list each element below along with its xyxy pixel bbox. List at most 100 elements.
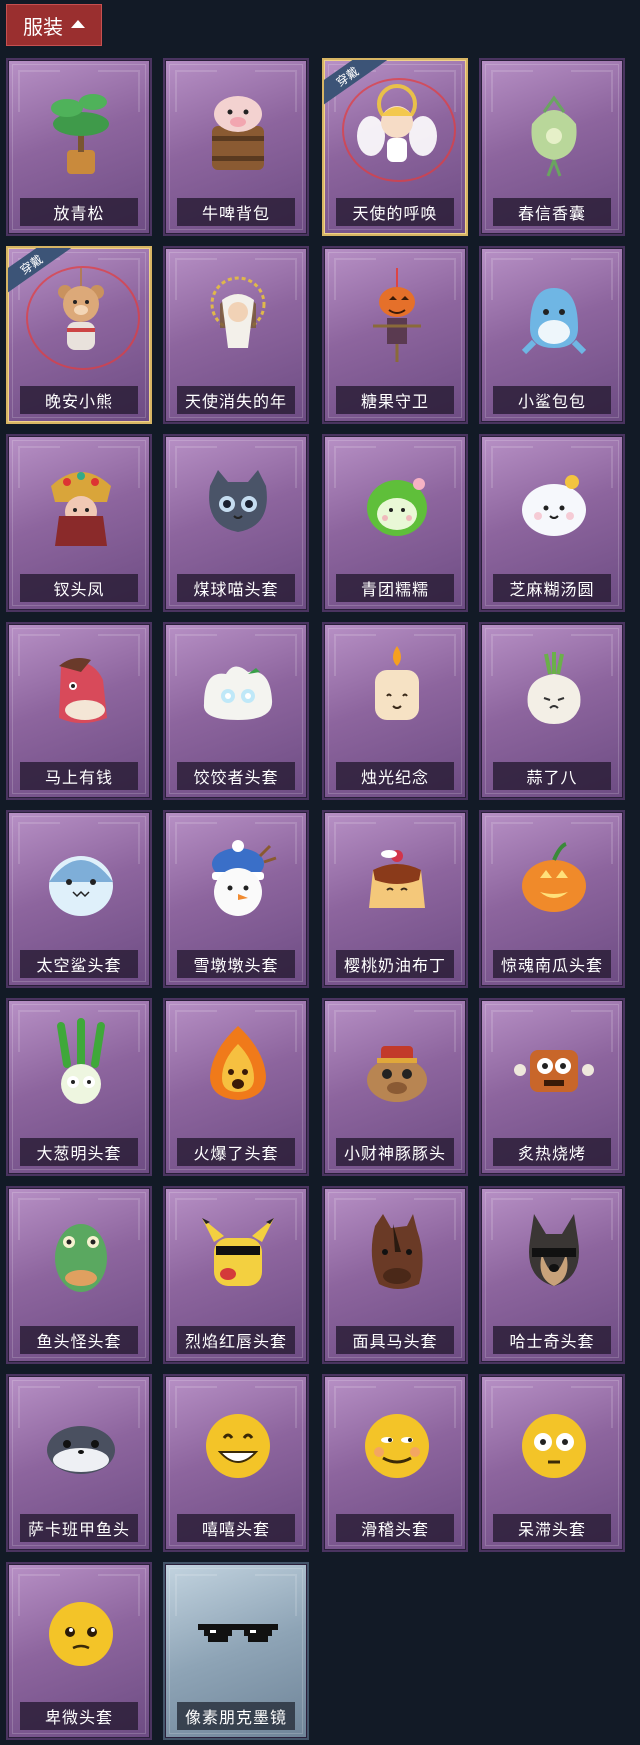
item-card[interactable]: 炙热烧烤 [479, 998, 625, 1176]
capybara-head-icon [324, 1014, 466, 1126]
item-card[interactable]: 饺饺者头套 [163, 622, 309, 800]
bbq-head-icon [481, 1014, 623, 1126]
item-card[interactable]: 蒜了八 [479, 622, 625, 800]
rice-ball-head-icon [481, 450, 623, 562]
item-card[interactable]: 煤球喵头套 [163, 434, 309, 612]
item-card[interactable]: 太空鲨头套 [6, 810, 152, 988]
item-name: 萨卡班甲鱼头 [20, 1514, 138, 1542]
shark-bag-icon [481, 262, 623, 374]
husky-head-icon [481, 1202, 623, 1314]
item-name: 糖果守卫 [336, 386, 454, 414]
item-name: 呆滞头套 [493, 1514, 611, 1542]
space-shark-head-icon [8, 826, 150, 938]
sachet-icon [481, 74, 623, 186]
sacabambaspis-head-icon [8, 1390, 150, 1502]
item-card[interactable]: 像素朋克墨镜 [163, 1562, 309, 1740]
pudding-head-icon [324, 826, 466, 938]
item-card[interactable]: 大葱明头套 [6, 998, 152, 1176]
item-name: 哈士奇头套 [493, 1326, 611, 1354]
item-name: 大葱明头套 [20, 1138, 138, 1166]
item-card[interactable]: 火爆了头套 [163, 998, 309, 1176]
grin-emoji-head-icon [165, 1390, 307, 1502]
pixel-sunglasses-icon [165, 1578, 307, 1690]
item-name: 烈焰红唇头套 [177, 1326, 295, 1354]
item-card[interactable]: 嘻嘻头套 [163, 1374, 309, 1552]
item-name: 面具马头套 [336, 1326, 454, 1354]
yellow-mouse-head-icon [165, 1202, 307, 1314]
garlic-head-icon [481, 638, 623, 750]
item-name: 马上有钱 [20, 762, 138, 790]
item-card[interactable]: 哈士奇头套 [479, 1186, 625, 1364]
item-card[interactable]: 糖果守卫 [322, 246, 468, 424]
potted-pine-icon [8, 74, 150, 186]
item-card[interactable]: 卑微头套 [6, 1562, 152, 1740]
item-card[interactable]: 烈焰红唇头套 [163, 1186, 309, 1364]
item-name: 嘻嘻头套 [177, 1514, 295, 1542]
item-card[interactable]: 天使消失的年 [163, 246, 309, 424]
item-name: 惊魂南瓜头套 [493, 950, 611, 978]
green-dumpling-head-icon [324, 450, 466, 562]
cat-head-icon [165, 450, 307, 562]
item-card[interactable]: 小鲨包包 [479, 246, 625, 424]
pleading-emoji-head-icon [8, 1578, 150, 1690]
item-card[interactable]: 春信香囊 [479, 58, 625, 236]
item-card[interactable]: 樱桃奶油布丁 [322, 810, 468, 988]
item-name: 太空鲨头套 [20, 950, 138, 978]
item-name: 卑微头套 [20, 1702, 138, 1730]
item-name: 小财神豚豚头 [336, 1138, 454, 1166]
item-name: 小鲨包包 [493, 386, 611, 414]
phoenix-crown-icon [8, 450, 150, 562]
teddy-bear-charm-icon [8, 262, 150, 374]
item-name: 蒜了八 [493, 762, 611, 790]
item-grid: 放青松 牛啤背包 穿戴 天使的呼唤 春信香囊穿戴 晚安小熊 天使消失的年 糖果守卫 小鲨包包钗头… [0, 0, 640, 1745]
item-name: 煤球喵头套 [177, 574, 295, 602]
item-card[interactable]: 穿戴 天使的呼唤 [322, 58, 468, 236]
item-card[interactable]: 穿戴 晚安小熊 [6, 246, 152, 424]
item-name: 饺饺者头套 [177, 762, 295, 790]
item-name: 雪墩墩头套 [177, 950, 295, 978]
item-card[interactable]: 芝麻糊汤圆 [479, 434, 625, 612]
item-name: 樱桃奶油布丁 [336, 950, 454, 978]
item-card[interactable]: 惊魂南瓜头套 [479, 810, 625, 988]
fish-head-icon [8, 1202, 150, 1314]
item-card[interactable]: 鱼头怪头套 [6, 1186, 152, 1364]
item-card[interactable]: 面具马头套 [322, 1186, 468, 1364]
item-name: 晚安小熊 [20, 386, 138, 414]
item-name: 春信香囊 [493, 198, 611, 226]
item-card[interactable]: 钗头凤 [6, 434, 152, 612]
item-name: 牛啤背包 [177, 198, 295, 226]
item-card[interactable]: 马上有钱 [6, 622, 152, 800]
item-name: 青团糯糯 [336, 574, 454, 602]
angel-charm-icon [324, 74, 466, 186]
item-card[interactable]: 小财神豚豚头 [322, 998, 468, 1176]
cow-beer-backpack-icon [165, 74, 307, 186]
scallion-head-icon [8, 1014, 150, 1126]
item-name: 放青松 [20, 198, 138, 226]
item-card[interactable]: 牛啤背包 [163, 58, 309, 236]
item-name: 烛光纪念 [336, 762, 454, 790]
item-card[interactable]: 滑稽头套 [322, 1374, 468, 1552]
item-name: 像素朋克墨镜 [177, 1702, 295, 1730]
item-name: 滑稽头套 [336, 1514, 454, 1542]
dumpling-head-icon [165, 638, 307, 750]
jack-o-lantern-head-icon [481, 826, 623, 938]
item-card[interactable]: 呆滞头套 [479, 1374, 625, 1552]
item-card[interactable]: 青团糯糯 [322, 434, 468, 612]
candle-head-icon [324, 638, 466, 750]
item-card[interactable]: 萨卡班甲鱼头 [6, 1374, 152, 1552]
item-card[interactable]: 放青松 [6, 58, 152, 236]
item-name: 天使消失的年 [177, 386, 295, 414]
horse-mask-icon [324, 1202, 466, 1314]
item-name: 芝麻糊汤圆 [493, 574, 611, 602]
blank-stare-emoji-head-icon [481, 1390, 623, 1502]
item-card[interactable]: 烛光纪念 [322, 622, 468, 800]
item-name: 钗头凤 [20, 574, 138, 602]
item-name: 火爆了头套 [177, 1138, 295, 1166]
smirk-emoji-head-icon [324, 1390, 466, 1502]
red-horse-head-icon [8, 638, 150, 750]
snowman-head-icon [165, 826, 307, 938]
item-name: 炙热烧烤 [493, 1138, 611, 1166]
pumpkin-guard-icon [324, 262, 466, 374]
angel-girl-charm-icon [165, 262, 307, 374]
item-card[interactable]: 雪墩墩头套 [163, 810, 309, 988]
